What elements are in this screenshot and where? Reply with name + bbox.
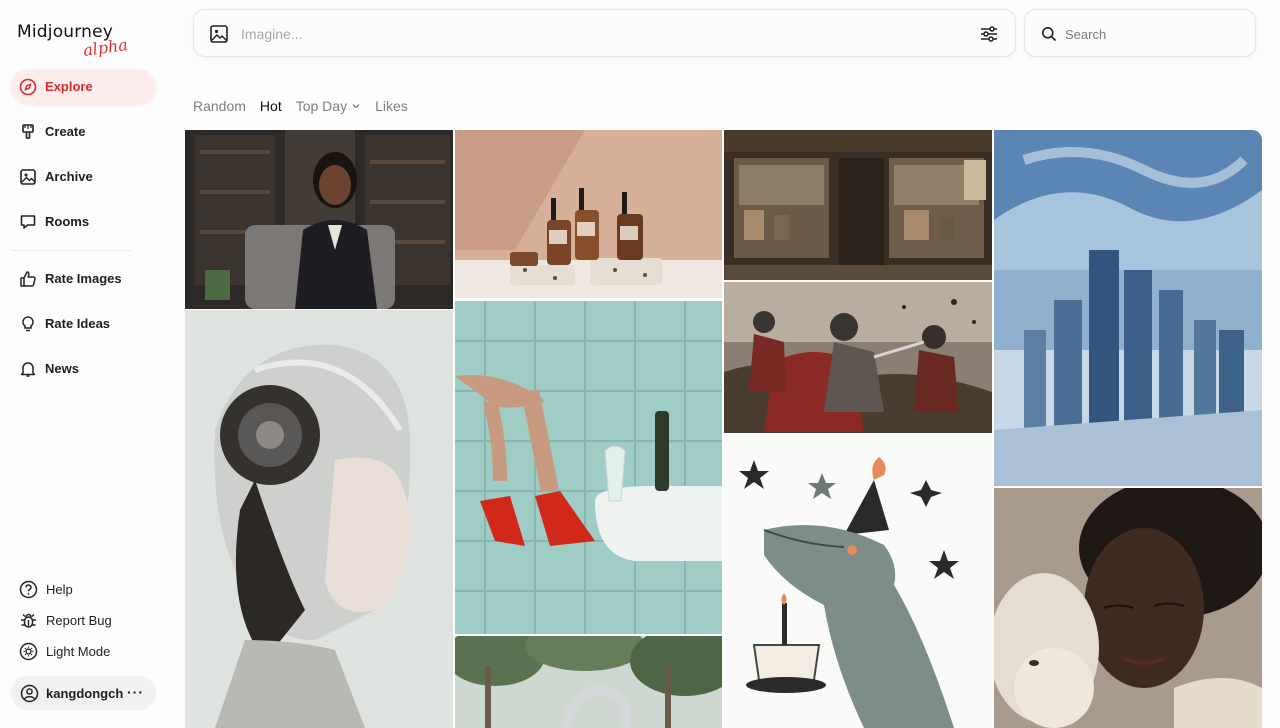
search-input[interactable]: Search [1024,9,1256,57]
imagine-placeholder: Imagine... [241,26,303,42]
gallery-image-red-heels[interactable] [455,301,722,634]
sidebar: Midjourney alpha Explore Create Archive … [0,0,168,728]
user-avatar-icon [19,683,39,703]
compass-icon [19,78,37,96]
tab-top-day[interactable]: Top Day [296,98,361,114]
username: kangdongch [46,685,124,701]
sidebar-item-news[interactable]: News [11,351,156,386]
brush-icon [19,123,37,141]
search-icon [1041,26,1057,47]
gallery-image-crocodile-birthday[interactable] [724,435,992,728]
image-icon [209,24,229,49]
logo[interactable]: Midjourney alpha [17,22,157,62]
tab-top-day-label: Top Day [295,98,348,114]
help-label: Help [46,581,73,597]
sidebar-item-rate-ideas[interactable]: Rate Ideas [11,306,156,341]
image-icon [19,168,37,186]
sidebar-divider [11,250,132,251]
sidebar-item-rate-images[interactable]: Rate Images [11,261,156,296]
imagine-input[interactable]: Imagine... [193,9,1016,57]
sidebar-item-label: Archive [45,169,93,184]
sidebar-item-rooms[interactable]: Rooms [11,204,156,239]
tab-hot[interactable]: Hot [260,98,282,114]
bug-icon [18,610,38,630]
sidebar-item-explore[interactable]: Explore [11,69,156,104]
gallery-image-soap-bottles[interactable] [455,130,722,298]
gallery-image-blue-city[interactable] [994,130,1262,486]
gallery-image-android-profile[interactable] [185,310,453,728]
tab-random[interactable]: Random [193,98,246,114]
gallery-image-battle-scene[interactable] [724,282,992,433]
more-options-icon[interactable]: ··· [127,684,144,700]
sidebar-item-label: News [45,361,79,376]
sidebar-item-archive[interactable]: Archive [11,159,156,194]
thumbs-up-icon [19,270,37,288]
feed-tabs: Random Hot Top Day Likes [193,98,422,114]
search-placeholder: Search [1065,27,1107,42]
report-bug-link[interactable]: Report Bug [18,610,112,630]
sidebar-item-label: Rate Ideas [45,316,111,331]
light-mode-label: Light Mode [46,643,111,659]
help-icon [18,579,38,599]
sidebar-item-label: Rooms [45,214,90,229]
sidebar-item-label: Create [45,124,86,139]
report-bug-label: Report Bug [46,612,112,628]
lightbulb-icon [19,315,37,333]
sidebar-item-label: Rate Images [45,271,122,286]
settings-sliders-icon[interactable] [979,24,999,49]
gallery-image-old-shop[interactable] [724,130,992,280]
gallery-image-forest-sculpture[interactable] [455,636,722,728]
sun-icon [18,641,38,661]
chevron-down-icon [351,98,361,114]
chat-icon [19,213,37,231]
sidebar-item-label: Explore [45,79,93,94]
tab-likes[interactable]: Likes [375,98,408,114]
gallery-image-woman-with-sheep[interactable] [994,488,1262,728]
user-menu[interactable]: kangdongch ··· [11,676,156,710]
light-mode-toggle[interactable]: Light Mode [18,641,110,661]
gallery-image-businesswoman[interactable] [185,130,453,309]
bell-icon [19,360,37,378]
help-link[interactable]: Help [18,579,73,599]
sidebar-item-create[interactable]: Create [11,114,156,149]
